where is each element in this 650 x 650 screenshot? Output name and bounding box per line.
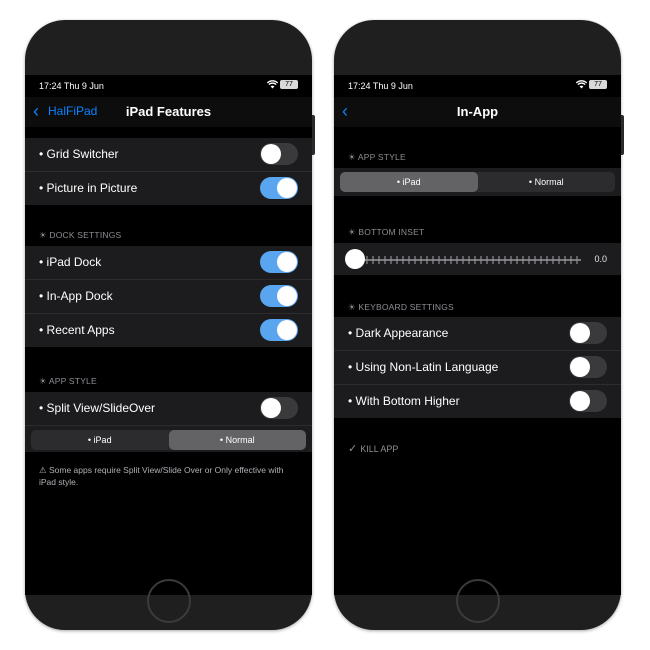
status-time: 17:24 Thu 9 Jun: [39, 81, 104, 91]
kill-app-label: KILL APP: [360, 444, 399, 454]
bottom-higher-row: • With Bottom Higher: [334, 385, 621, 418]
settings-list: • Grid Switcher • Picture in Picture ☀ D…: [25, 127, 312, 595]
non-latin-language-toggle[interactable]: [569, 356, 607, 378]
home-button[interactable]: [146, 579, 191, 623]
right-screen: 17:24 Thu 9 Jun 77 ‹ In-App ☀ APP STYLE …: [334, 75, 621, 595]
split-view-label: • Split View/SlideOver: [39, 401, 156, 415]
in-app-dock-toggle[interactable]: [260, 285, 298, 307]
segment-normal[interactable]: • Normal: [168, 430, 306, 450]
app-style-segmented-control: • iPad • Normal: [31, 430, 306, 450]
recent-apps-row: • Recent Apps: [25, 314, 312, 347]
split-view-row: • Split View/SlideOver: [25, 392, 312, 426]
bottom-inset-group: 0.0: [334, 243, 621, 275]
nav-bar: ‹ In-App: [334, 97, 621, 127]
left-screen: 17:24 Thu 9 Jun 77 ‹ HalFiPad iPad Featu…: [25, 75, 312, 595]
page-title: iPad Features: [125, 104, 212, 119]
app-style-group: • iPad • Normal: [334, 168, 621, 196]
bottom-inset-value: 0.0: [594, 254, 607, 264]
dark-appearance-label: • Dark Appearance: [348, 326, 449, 340]
kill-app-button[interactable]: ✓ KILL APP: [348, 442, 398, 455]
non-latin-language-label: • Using Non-Latin Language: [348, 360, 499, 374]
grid-switcher-toggle[interactable]: [260, 143, 298, 165]
warning-note: ⚠ Some apps require Split View/Slide Ove…: [39, 465, 284, 487]
status-bar: 17:24 Thu 9 Jun 77: [334, 75, 621, 97]
ipad-dock-label: • iPad Dock: [39, 255, 102, 269]
non-latin-language-row: • Using Non-Latin Language: [334, 351, 621, 385]
right-phone: 17:24 Thu 9 Jun 77 ‹ In-App ☀ APP STYLE …: [334, 20, 624, 630]
ipad-dock-toggle[interactable]: [260, 251, 298, 273]
app-style-group: • Split View/SlideOver • iPad • Normal: [25, 392, 312, 452]
picture-in-picture-label: • Picture in Picture: [39, 181, 138, 195]
features-group: • Grid Switcher • Picture in Picture: [25, 138, 312, 205]
left-phone: 17:24 Thu 9 Jun 77 ‹ HalFiPad iPad Featu…: [25, 20, 315, 630]
checkmark-icon: ✓: [348, 443, 358, 455]
recent-apps-toggle[interactable]: [260, 319, 298, 341]
slider-ticks: [354, 256, 581, 264]
side-button: [621, 115, 624, 155]
battery-icon: 77: [280, 80, 298, 89]
in-app-dock-label: • In-App Dock: [39, 289, 113, 303]
dock-settings-header: ☀ DOCK SETTINGS: [39, 230, 122, 240]
keyboard-group: • Dark Appearance • Using Non-Latin Lang…: [334, 317, 621, 418]
segment-normal[interactable]: • Normal: [478, 172, 616, 192]
bottom-higher-label: • With Bottom Higher: [348, 394, 460, 408]
dock-group: • iPad Dock • In-App Dock • Recent Apps: [25, 246, 312, 347]
home-button[interactable]: [455, 579, 500, 623]
segment-ipad[interactable]: • iPad: [31, 430, 169, 450]
picture-in-picture-toggle[interactable]: [260, 177, 298, 199]
recent-apps-label: • Recent Apps: [39, 323, 115, 337]
app-style-header: ☀ APP STYLE: [348, 152, 406, 162]
bottom-inset-header: ☀ BOTTOM INSET: [348, 227, 425, 237]
wifi-icon: [575, 80, 588, 91]
side-button: [312, 115, 315, 155]
status-time: 17:24 Thu 9 Jun: [348, 81, 413, 91]
battery-icon: 77: [589, 80, 607, 89]
bottom-inset-slider-knob[interactable]: [345, 249, 365, 269]
app-style-segmented-control: • iPad • Normal: [340, 172, 615, 192]
page-title: In-App: [456, 104, 499, 119]
grid-switcher-label: • Grid Switcher: [39, 147, 119, 161]
bottom-higher-toggle[interactable]: [569, 390, 607, 412]
split-view-toggle[interactable]: [260, 397, 298, 419]
segment-ipad[interactable]: • iPad: [340, 172, 478, 192]
grid-switcher-row: • Grid Switcher: [25, 138, 312, 172]
ipad-dock-row: • iPad Dock: [25, 246, 312, 280]
nav-bar: ‹ HalFiPad iPad Features: [25, 97, 312, 127]
keyboard-settings-header: ☀ KEYBOARD SETTINGS: [348, 302, 454, 312]
settings-list: ☀ APP STYLE • iPad • Normal ☀ BOTTOM INS…: [334, 127, 621, 595]
app-style-header: ☀ APP STYLE: [39, 376, 97, 386]
status-bar: 17:24 Thu 9 Jun 77: [25, 75, 312, 97]
wifi-icon: [266, 80, 279, 91]
dark-appearance-toggle[interactable]: [569, 322, 607, 344]
in-app-dock-row: • In-App Dock: [25, 280, 312, 314]
picture-in-picture-row: • Picture in Picture: [25, 172, 312, 205]
dark-appearance-row: • Dark Appearance: [334, 317, 621, 351]
